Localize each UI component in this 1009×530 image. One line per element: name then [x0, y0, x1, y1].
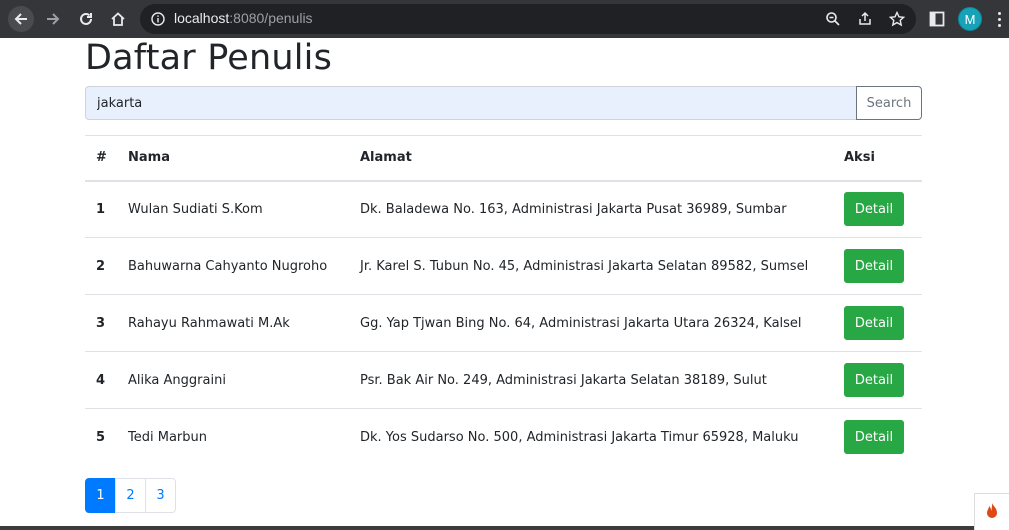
page-title: Daftar Penulis — [85, 38, 333, 78]
row-nama: Bahuwarna Cahyanto Nugroho — [128, 258, 328, 274]
home-icon — [111, 12, 125, 26]
arrow-right-icon — [47, 13, 60, 25]
penulis-table: # Nama Alamat Aksi 1 Wulan Sudiati S.Kom… — [85, 135, 922, 466]
row-alamat: Jr. Karel S. Tubun No. 45, Administrasi … — [360, 258, 809, 274]
row-number: 4 — [96, 372, 106, 388]
header-alamat: Alamat — [360, 150, 412, 166]
detail-button[interactable]: Detail — [844, 420, 904, 455]
profile-avatar[interactable]: M — [958, 7, 982, 31]
pagination: 1 2 3 — [85, 478, 176, 513]
share-icon[interactable] — [857, 11, 873, 27]
row-number: 2 — [96, 258, 106, 274]
row-nama: Alika Anggraini — [128, 372, 226, 388]
forward-button[interactable] — [40, 6, 66, 32]
taskbar-strip — [0, 526, 974, 530]
back-button[interactable] — [8, 6, 34, 32]
info-icon[interactable] — [151, 12, 165, 26]
row-alamat: Psr. Bak Air No. 249, Administrasi Jakar… — [360, 372, 767, 388]
row-nama: Wulan Sudiati S.Kom — [128, 201, 263, 217]
side-panel-icon[interactable] — [929, 11, 945, 27]
url-text: localhost:8080/penulis — [174, 10, 313, 26]
browser-toolbar: localhost:8080/penulis M — [0, 0, 1009, 38]
header-aksi: Aksi — [844, 150, 875, 166]
header-nama: Nama — [128, 150, 170, 166]
table-row: 5 Tedi Marbun Dk. Yos Sudarso No. 500, A… — [85, 409, 922, 466]
table-row: 4 Alika Anggraini Psr. Bak Air No. 249, … — [85, 352, 922, 409]
page-link-3[interactable]: 3 — [145, 478, 176, 513]
zoom-icon[interactable] — [825, 11, 841, 27]
row-nama: Tedi Marbun — [128, 429, 207, 445]
flame-icon — [987, 503, 997, 518]
row-alamat: Dk. Baladewa No. 163, Administrasi Jakar… — [360, 201, 787, 217]
home-button[interactable] — [105, 6, 131, 32]
table-header-row: # Nama Alamat Aksi — [85, 135, 922, 181]
row-alamat: Dk. Yos Sudarso No. 500, Administrasi Ja… — [360, 429, 799, 445]
url-host: localhost — [174, 10, 230, 26]
detail-button[interactable]: Detail — [844, 249, 904, 283]
debug-toolbar-button[interactable] — [974, 493, 1009, 530]
reload-button[interactable] — [73, 6, 99, 32]
search-form: Search — [85, 86, 922, 120]
address-bar[interactable]: localhost:8080/penulis — [140, 4, 916, 34]
detail-button[interactable]: Detail — [844, 192, 904, 227]
arrow-left-icon — [14, 13, 27, 25]
detail-button[interactable]: Detail — [844, 306, 904, 340]
bookmark-star-icon[interactable] — [889, 11, 905, 27]
table-row: 3 Rahayu Rahmawati M.Ak Gg. Yap Tjwan Bi… — [85, 295, 922, 352]
url-path: :8080/penulis — [229, 10, 313, 26]
reload-icon — [80, 12, 92, 25]
row-alamat: Gg. Yap Tjwan Bing No. 64, Administrasi … — [360, 315, 802, 331]
page-link-2[interactable]: 2 — [115, 478, 146, 513]
row-nama: Rahayu Rahmawati M.Ak — [128, 315, 290, 331]
row-number: 1 — [96, 201, 106, 217]
search-button[interactable]: Search — [856, 86, 922, 120]
row-number: 3 — [96, 315, 106, 331]
header-number: # — [96, 150, 107, 166]
search-input[interactable] — [85, 86, 857, 120]
table-row: 2 Bahuwarna Cahyanto Nugroho Jr. Karel S… — [85, 238, 922, 295]
page-link-1[interactable]: 1 — [85, 478, 116, 513]
table-row: 1 Wulan Sudiati S.Kom Dk. Baladewa No. 1… — [85, 181, 922, 238]
row-number: 5 — [96, 429, 106, 445]
detail-button[interactable]: Detail — [844, 363, 904, 397]
browser-menu-icon[interactable] — [998, 12, 1002, 30]
